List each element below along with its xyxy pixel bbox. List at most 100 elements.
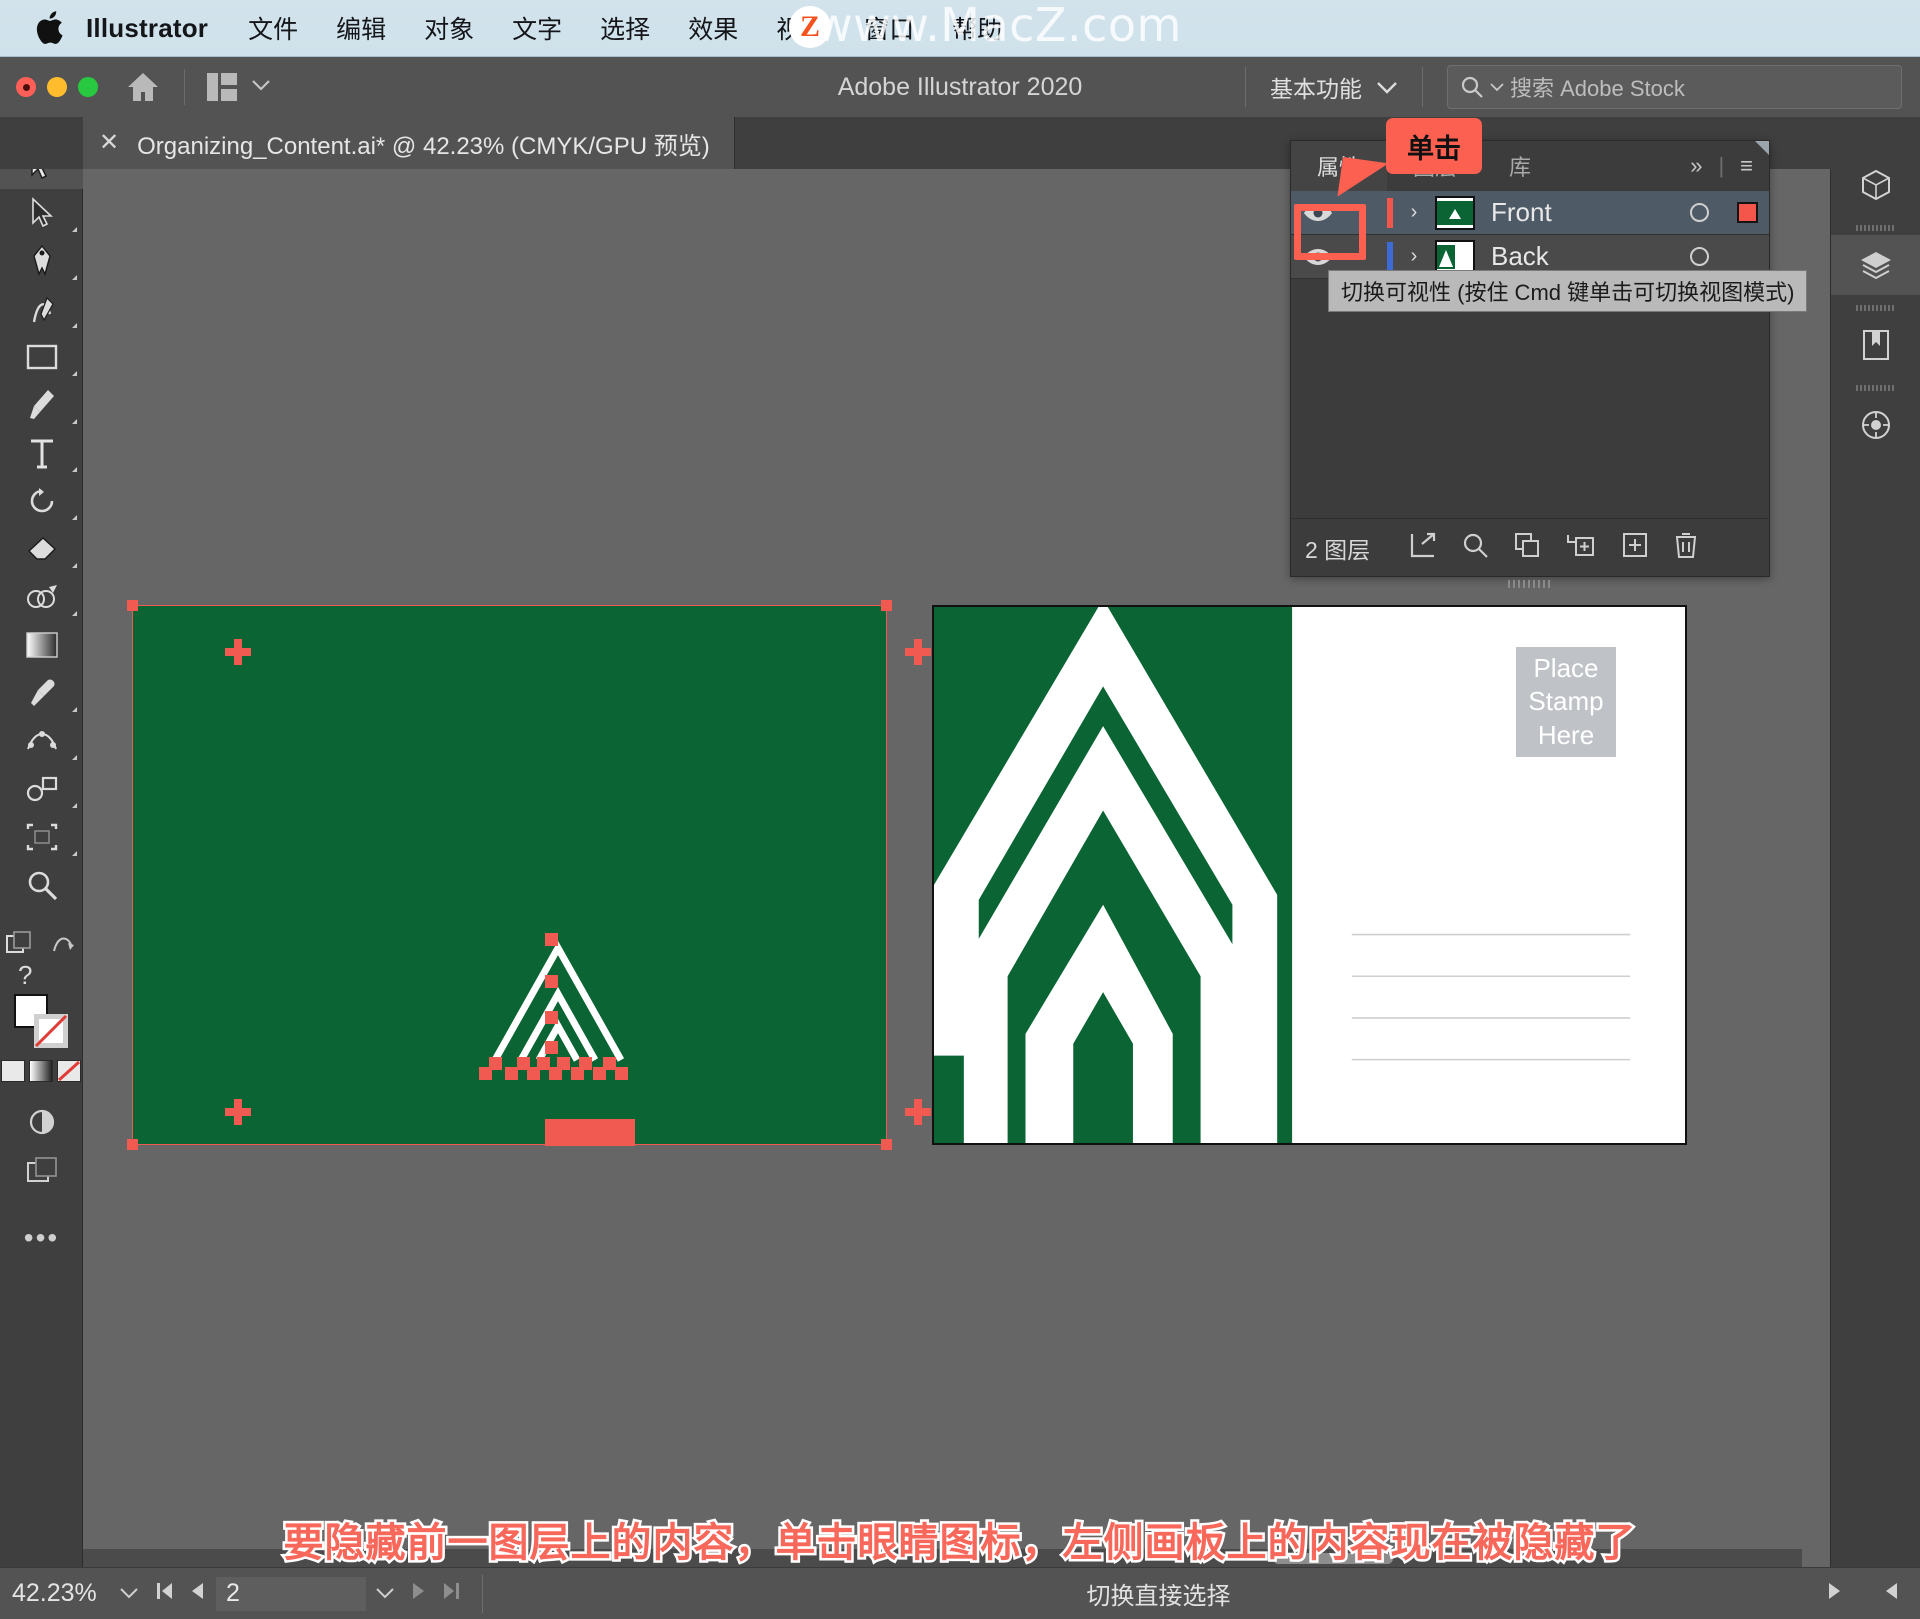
drawing-mode-icon[interactable] [0,1098,83,1146]
rectangle-tool[interactable] [0,333,83,381]
corner-mark-tr [905,639,931,665]
menu-window[interactable]: 窗口 [864,10,914,46]
menu-type[interactable]: 文字 [512,10,562,46]
layer-name-back[interactable]: Back [1475,241,1673,272]
search-icon[interactable] [1462,532,1488,563]
current-tool-label[interactable]: 切换直接选择 [497,1576,1820,1611]
selection-handle-bl[interactable] [127,1139,138,1150]
selection-handle-tl[interactable] [127,600,138,611]
layer-select-indicator-front[interactable] [1725,202,1769,223]
artboard-chevron-down-icon[interactable] [366,1584,404,1604]
paintbrush-tool[interactable] [0,381,83,429]
more-tools-icon[interactable]: ••• [0,1214,83,1262]
dock-grip-3[interactable] [1855,305,1896,311]
menu-edit[interactable]: 编辑 [336,10,386,46]
symbol-sprayer-tool[interactable] [0,765,83,813]
artboard-tool[interactable] [0,813,83,861]
minimize-window-button[interactable] [47,77,67,97]
previous-artboard-icon[interactable] [182,1581,212,1607]
close-tab-icon[interactable]: ✕ [99,131,119,155]
libraries-panel-icon[interactable] [1831,315,1920,375]
curvature-tool[interactable] [0,285,83,333]
blend-tool[interactable] [0,717,83,765]
corner-mark-br [905,1099,931,1125]
layer-count-label: 2 图层 [1305,536,1371,563]
app-title-bar: Adobe Illustrator 2020 基本功能 搜索 Adobe Sto… [0,57,1920,117]
artboard-right[interactable]: Place Stamp Here [932,599,1687,1145]
layer-name-front[interactable]: Front [1475,197,1673,228]
status-next-icon[interactable] [1820,1581,1850,1607]
apple-logo-icon[interactable] [34,11,64,45]
search-divider [1422,67,1423,107]
duplicate-layer-icon[interactable] [1514,532,1540,563]
maximize-window-button[interactable] [78,77,98,97]
color-swatch-icon[interactable] [1,1060,25,1082]
menu-help[interactable]: 帮助 [952,10,1002,46]
layer-expand-arrow-back[interactable]: › [1393,245,1435,268]
eraser-tool[interactable] [0,525,83,573]
none-swatch-button[interactable] [57,1060,81,1082]
place-stamp-box: Place Stamp Here [1516,647,1616,757]
layer-target-front[interactable] [1673,203,1725,222]
arrange-documents-icon[interactable] [207,73,237,101]
arrange-chevron-down-icon[interactable] [251,78,271,96]
layer-expand-arrow-front[interactable]: › [1393,201,1435,224]
zoom-chevron-down-icon[interactable] [110,1584,148,1604]
panel-menu-icon[interactable]: ≡ [1740,153,1753,179]
rotate-tool[interactable] [0,477,83,525]
illustrator-window: Illustrator 文件 编辑 对象 文字 选择 效果 视图 窗口 帮助 w… [0,0,1920,1619]
first-artboard-icon[interactable] [148,1581,182,1607]
menu-effect[interactable]: 效果 [688,10,738,46]
zoom-tool[interactable] [0,861,83,909]
change-screen-mode-icon[interactable] [6,931,32,962]
fill-stroke-swatches[interactable]: ? [0,960,83,1054]
next-artboard-icon[interactable] [404,1581,434,1607]
screen-mode-icon[interactable] [0,1146,83,1194]
workspace-switcher[interactable]: 基本功能 [1270,70,1398,104]
last-artboard-icon[interactable] [434,1581,468,1607]
shape-builder-tool[interactable] [0,573,83,621]
stamp-line-2: Stamp [1528,686,1604,717]
type-tool[interactable] [0,429,83,477]
tab-libraries[interactable]: 库 [1483,141,1557,191]
stock-search-field[interactable]: 搜索 Adobe Stock [1447,65,1902,109]
direct-selection-tool[interactable] [0,189,83,237]
pen-tool[interactable] [0,237,83,285]
eyedropper-tool[interactable] [0,669,83,717]
logo-text-selection[interactable] [545,1124,635,1146]
delete-layer-icon[interactable] [1674,531,1698,564]
edit-toolbar-icon[interactable] [50,931,76,962]
menu-app-name[interactable]: Illustrator [86,13,208,44]
panel-expand-icon[interactable]: » [1690,153,1702,179]
workspace-divider [1245,67,1246,107]
close-window-button[interactable] [16,77,36,97]
layer-target-back[interactable] [1673,247,1725,266]
layer-thumbnail-back [1435,239,1475,274]
status-prev-icon[interactable] [1876,1581,1906,1607]
home-icon[interactable] [124,68,162,106]
dock-grip-4[interactable] [1855,385,1896,391]
document-tab[interactable]: ✕ Organizing_Content.ai* @ 42.23% (CMYK/… [83,117,735,169]
locate-object-icon[interactable] [1410,532,1436,563]
panel-resize-grip[interactable] [1291,578,1769,590]
menu-object[interactable]: 对象 [424,10,474,46]
menu-file[interactable]: 文件 [248,10,298,46]
layers-panel-icon[interactable] [1831,235,1920,295]
document-tab-title: Organizing_Content.ai* @ 42.23% (CMYK/GP… [137,132,710,160]
artboard-number-field[interactable]: 2 [216,1576,366,1611]
new-layer-icon[interactable] [1622,532,1648,563]
zoom-level-value[interactable]: 42.23% [0,1579,110,1608]
selection-handle-tr[interactable] [881,600,892,611]
help-question-icon[interactable]: ? [18,960,32,991]
selection-handle-br[interactable] [881,1139,892,1150]
window-controls [16,77,98,97]
menu-select[interactable]: 选择 [600,10,650,46]
appearance-panel-icon[interactable] [1831,395,1920,455]
workspace-label: 基本功能 [1270,76,1362,102]
status-divider [482,1574,483,1613]
collect-into-new-layer-icon[interactable] [1566,532,1596,563]
callout-bubble: 单击 [1386,118,1482,174]
gradient-swatch-icon[interactable] [29,1060,53,1082]
gradient-tool[interactable] [0,621,83,669]
dock-grip-2[interactable] [1855,225,1896,231]
